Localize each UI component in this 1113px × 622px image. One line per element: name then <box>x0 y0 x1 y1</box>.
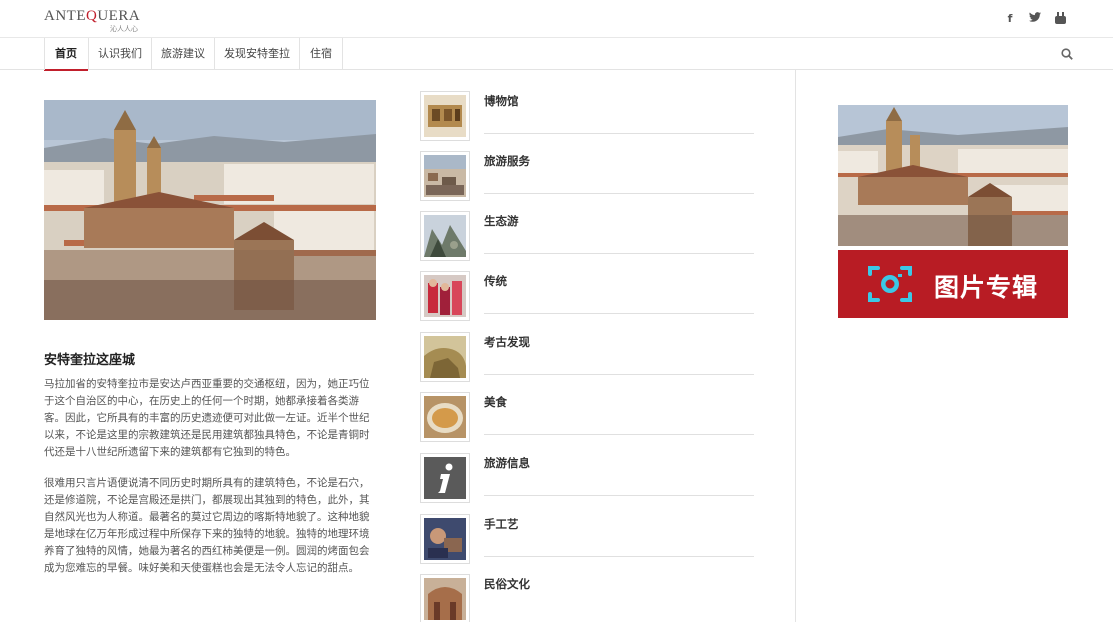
category-divider <box>484 253 754 254</box>
soup-thumbnail[interactable] <box>420 392 470 442</box>
nav-item-travel-tips[interactable]: 旅游建议 <box>152 38 215 70</box>
search-icon[interactable] <box>1061 48 1073 60</box>
category-label[interactable]: 旅游信息 <box>484 455 530 471</box>
top-bar: ANTEQUERA 沁人人心 f <box>0 0 1113 38</box>
church-thumbnail[interactable] <box>420 574 470 622</box>
category-item-eco-tourism[interactable]: 生态游 <box>420 211 754 271</box>
article-paragraph-1: 马拉加省的安特奎拉市是安达卢西亚重要的交通枢纽，因为，她正巧位于这个自治区的中心… <box>44 378 370 458</box>
logo-text-q: Q <box>86 8 98 24</box>
category-label[interactable]: 民俗文化 <box>484 576 530 592</box>
article-title: 安特奎拉这座城 <box>44 353 136 368</box>
category-item-tourism-services[interactable]: 旅游服务 <box>420 151 754 211</box>
category-item-tradition[interactable]: 传统 <box>420 271 754 331</box>
nav-left-border <box>44 38 45 70</box>
museum-thumbnail[interactable] <box>420 91 470 141</box>
photo-album-banner[interactable]: 图片专辑 <box>838 250 1068 318</box>
category-divider <box>484 556 754 557</box>
site-logo[interactable]: ANTEQUERA <box>44 8 140 25</box>
rock-thumbnail[interactable] <box>420 332 470 382</box>
sidebar-photo[interactable] <box>838 105 1068 246</box>
festival-thumbnail[interactable] <box>420 271 470 321</box>
category-label[interactable]: 生态游 <box>484 213 519 229</box>
category-label[interactable]: 考古发现 <box>484 334 530 350</box>
category-divider <box>484 313 754 314</box>
category-label[interactable]: 传统 <box>484 273 507 289</box>
youtube-icon[interactable] <box>1052 12 1068 27</box>
nav-item-about[interactable]: 认识我们 <box>89 38 152 70</box>
category-item-museum[interactable]: 博物馆 <box>420 91 754 151</box>
category-divider <box>484 374 754 375</box>
nav-item-home[interactable]: 首页 <box>44 38 89 71</box>
camera-icon <box>868 266 912 302</box>
category-item-tourist-info[interactable]: 旅游信息 <box>420 453 754 513</box>
album-label[interactable]: 图片专辑 <box>934 268 1038 304</box>
craft-thumbnail[interactable] <box>420 514 470 564</box>
category-label[interactable]: 旅游服务 <box>484 153 530 169</box>
article-paragraph-2: 很难用只言片语便说清不同历史时期所具有的建筑特色，不论是石穴，还是修道院，不论是… <box>44 477 370 574</box>
category-divider <box>484 434 754 435</box>
category-divider <box>484 495 754 496</box>
info-icon[interactable] <box>420 453 470 503</box>
main-nav: 首页 认识我们 旅游建议 发现安特奎拉 住宿 <box>0 38 1113 71</box>
nav-item-accommodation[interactable]: 住宿 <box>300 38 343 70</box>
twitter-icon[interactable] <box>1027 12 1043 25</box>
facebook-icon[interactable]: f <box>1002 12 1018 25</box>
category-item-gastronomy[interactable]: 美食 <box>420 392 754 452</box>
mountain-thumbnail[interactable] <box>420 211 470 261</box>
category-divider <box>484 193 754 194</box>
logo-tagline: 沁人人心 <box>110 25 138 33</box>
category-item-folk-culture[interactable]: 民俗文化 <box>420 574 754 622</box>
logo-text-a: ANTE <box>44 8 86 24</box>
town-thumbnail[interactable] <box>420 151 470 201</box>
category-item-handicraft[interactable]: 手工艺 <box>420 514 754 574</box>
category-item-archaeology[interactable]: 考古发现 <box>420 332 754 392</box>
nav-item-discover[interactable]: 发现安特奎拉 <box>215 38 300 70</box>
category-label[interactable]: 手工艺 <box>484 516 519 532</box>
hero-image[interactable] <box>44 100 376 320</box>
category-label[interactable]: 美食 <box>484 394 507 410</box>
logo-text-b: UERA <box>97 8 141 24</box>
category-label[interactable]: 博物馆 <box>484 93 519 109</box>
category-divider <box>484 133 754 134</box>
column-divider <box>795 70 796 622</box>
